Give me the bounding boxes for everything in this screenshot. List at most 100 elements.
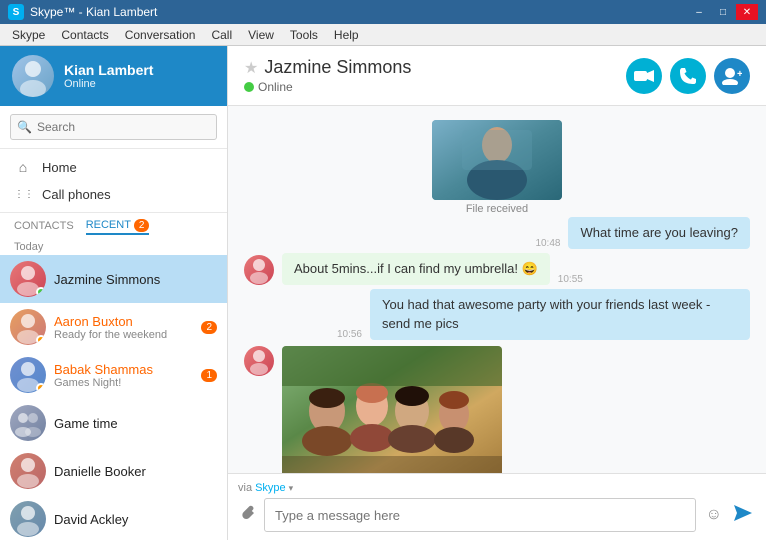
contact-name: Game time <box>54 416 217 431</box>
status-indicator <box>36 383 46 393</box>
menu-contacts[interactable]: Contacts <box>53 26 116 44</box>
send-button[interactable] <box>730 503 756 528</box>
message-input[interactable] <box>264 498 696 532</box>
menubar: Skype Contacts Conversation Call View To… <box>0 24 766 46</box>
menu-help[interactable]: Help <box>326 26 367 44</box>
nav-items: ⌂ Home ⋮⋮ Call phones <box>0 149 227 213</box>
message-bubble: You had that awesome party with your fri… <box>370 289 750 339</box>
avatar <box>10 261 46 297</box>
minimize-button[interactable]: – <box>688 4 710 20</box>
message-row: 10:56 You had that awesome party with yo… <box>244 289 750 339</box>
contact-info: Danielle Booker <box>54 464 217 479</box>
avatar <box>10 357 46 393</box>
contact-info: Game time <box>54 416 217 431</box>
file-received-group: File received <box>244 120 750 215</box>
avatar <box>244 255 274 285</box>
star-icon[interactable]: ★ <box>244 58 258 78</box>
main-layout: Kian Lambert Online 🔍 ⌂ Home ⋮⋮ Call pho… <box>0 46 766 540</box>
chat-area: ★ Jazmine Simmons Online <box>228 46 766 540</box>
video-call-button[interactable] <box>626 58 662 94</box>
contact-name: Aaron Buxton <box>54 314 193 329</box>
contact-item[interactable]: Jazmine Simmons <box>0 255 227 303</box>
file-received-label: File received <box>466 203 528 215</box>
menu-call[interactable]: Call <box>203 26 240 44</box>
maximize-button[interactable]: □ <box>712 4 734 20</box>
input-right-icons: ☺ <box>702 503 756 528</box>
message-bubble: About 5mins...if I can find my umbrella!… <box>282 253 550 285</box>
message-time: 10:55 <box>558 274 583 285</box>
avatar <box>244 346 274 376</box>
menu-view[interactable]: View <box>240 26 282 44</box>
contact-info: David Ackley <box>54 512 217 527</box>
attach-button[interactable] <box>238 503 258 528</box>
menu-tools[interactable]: Tools <box>282 26 326 44</box>
titlebar-controls: – □ ✕ <box>688 4 758 20</box>
emoji-button[interactable]: ☺ <box>702 504 726 526</box>
contact-item[interactable]: Game time <box>0 399 227 447</box>
search-input[interactable] <box>10 114 217 140</box>
status-indicator <box>36 335 46 345</box>
contact-sub: Ready for the weekend <box>54 329 193 341</box>
call-button[interactable] <box>670 58 706 94</box>
message-text: What time are you leaving? <box>580 225 738 240</box>
unread-count: 2 <box>201 321 217 334</box>
status-indicator <box>36 287 46 297</box>
contact-list: Today Jazmine Simmons <box>0 237 227 540</box>
nav-home-label: Home <box>42 160 77 175</box>
contacts-tabs: CONTACTS RECENT2 <box>0 213 227 237</box>
contact-name: Danielle Booker <box>54 464 217 479</box>
contact-info: Jazmine Simmons <box>54 272 217 287</box>
contact-item[interactable]: David Ackley <box>0 495 227 540</box>
contact-item[interactable]: Danielle Booker <box>0 447 227 495</box>
search-bar: 🔍 <box>0 106 227 149</box>
chat-actions: + <box>626 58 750 94</box>
avatar <box>10 501 46 537</box>
phone-icon: ⋮⋮ <box>14 189 32 200</box>
file-received-box: File received <box>432 120 562 215</box>
photo-content: Files received SHOW IN FOLDER <box>282 346 718 473</box>
contact-item[interactable]: Babak Shammas Games Night! 1 <box>0 351 227 399</box>
contact-item[interactable]: Aaron Buxton Ready for the weekend 2 <box>0 303 227 351</box>
chat-name-text: Jazmine Simmons <box>264 57 411 78</box>
avatar <box>10 309 46 345</box>
tab-contacts[interactable]: CONTACTS <box>14 220 74 234</box>
chat-status-text: Online <box>258 80 293 94</box>
skype-link[interactable]: Skype <box>255 482 286 494</box>
message-row: Files received SHOW IN FOLDER 11:04 <box>244 346 750 473</box>
chat-header: ★ Jazmine Simmons Online <box>228 46 766 106</box>
section-today: Today <box>0 237 227 255</box>
unread-count: 1 <box>201 369 217 382</box>
avatar-image <box>12 55 54 97</box>
dropdown-arrow[interactable]: ▾ <box>289 483 294 494</box>
close-button[interactable]: ✕ <box>736 4 758 20</box>
menu-conversation[interactable]: Conversation <box>117 26 204 44</box>
skype-icon: S <box>8 4 24 20</box>
online-indicator <box>244 82 254 92</box>
sidebar: Kian Lambert Online 🔍 ⌂ Home ⋮⋮ Call pho… <box>0 46 228 540</box>
titlebar-title: Skype™ - Kian Lambert <box>30 5 157 19</box>
contact-name: Babak Shammas <box>54 362 193 377</box>
message-row: 10:48 What time are you leaving? <box>244 217 750 249</box>
nav-call-label: Call phones <box>42 187 111 202</box>
add-contact-button[interactable]: + <box>714 58 750 94</box>
messages-area[interactable]: File received 10:48 What time are you le… <box>228 106 766 473</box>
menu-skype[interactable]: Skype <box>4 26 53 44</box>
contact-name: David Ackley <box>54 512 217 527</box>
avatar <box>10 405 46 441</box>
titlebar-left: S Skype™ - Kian Lambert <box>8 4 157 20</box>
via-skype-label: via Skype ▾ <box>238 482 756 494</box>
chat-contact-name: ★ Jazmine Simmons <box>244 57 411 78</box>
profile-area[interactable]: Kian Lambert Online <box>0 46 227 106</box>
profile-status: Online <box>64 78 153 90</box>
avatar <box>10 453 46 489</box>
nav-home[interactable]: ⌂ Home <box>0 153 227 181</box>
input-row: ☺ <box>238 498 756 532</box>
chat-photo <box>282 346 502 473</box>
contact-name: Jazmine Simmons <box>54 272 217 287</box>
nav-call-phones[interactable]: ⋮⋮ Call phones <box>0 181 227 208</box>
tab-recent[interactable]: RECENT2 <box>86 219 150 235</box>
profile-info: Kian Lambert Online <box>64 62 153 90</box>
contact-info: Babak Shammas Games Night! <box>54 362 193 389</box>
message-bubble: What time are you leaving? <box>568 217 750 249</box>
received-file-image <box>432 120 562 200</box>
